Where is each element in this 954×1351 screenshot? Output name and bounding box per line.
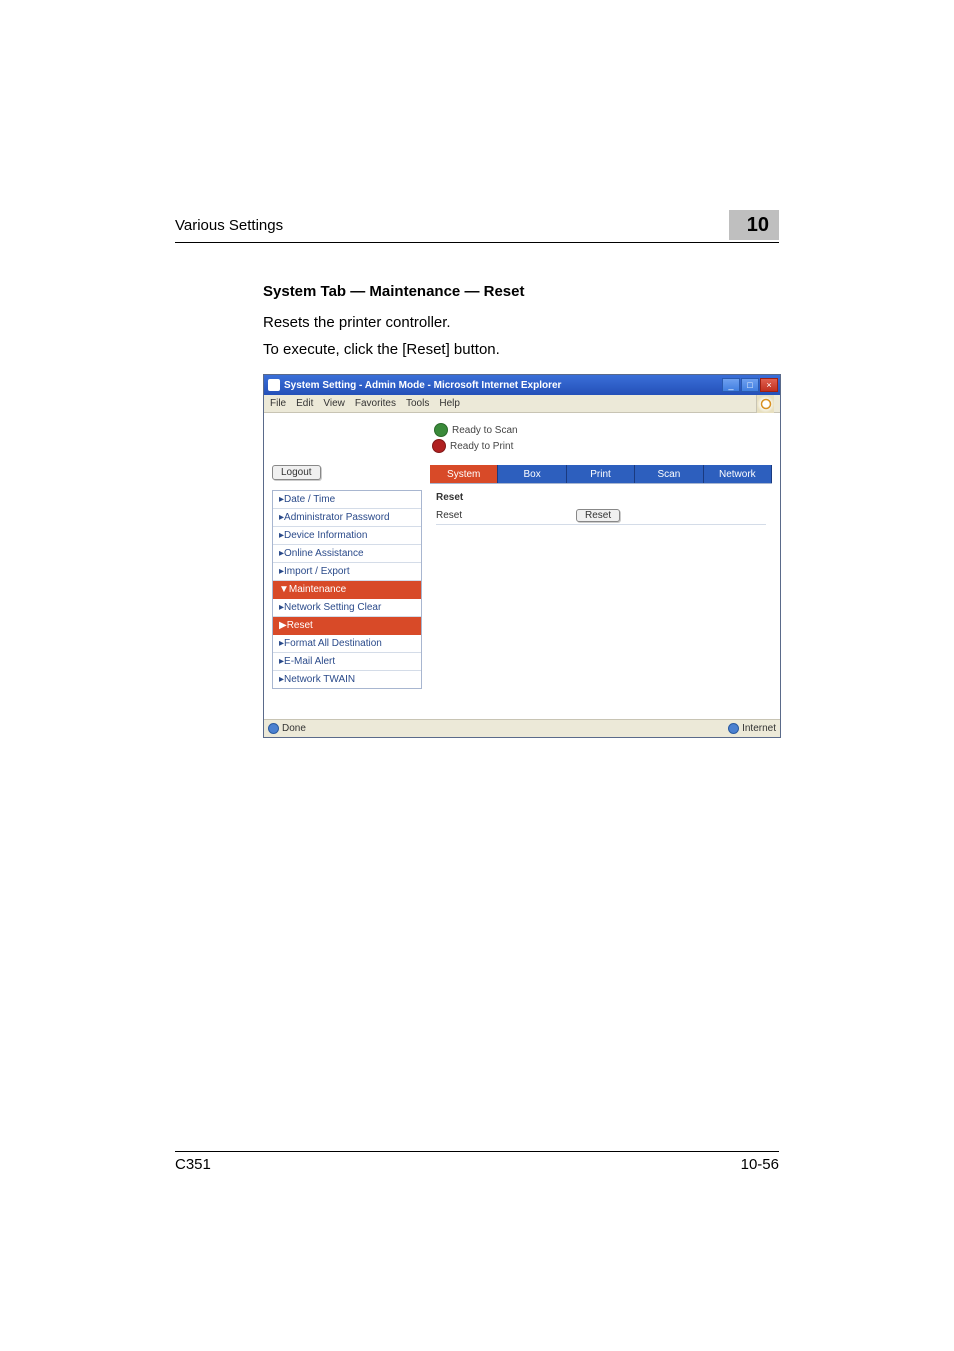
tab-network[interactable]: Network <box>704 465 772 483</box>
logout-button[interactable]: Logout <box>272 465 321 480</box>
menu-bar: File Edit View Favorites Tools Help <box>264 395 780 413</box>
tab-scan[interactable]: Scan <box>635 465 703 483</box>
tab-box[interactable]: Box <box>498 465 566 483</box>
menu-favorites[interactable]: Favorites <box>355 398 396 409</box>
sidebar-item-network-twain[interactable]: ▸Network TWAIN <box>273 671 421 688</box>
sidebar-item-online-assist[interactable]: ▸Online Assistance <box>273 545 421 563</box>
content-panel: Reset Reset Reset <box>430 483 772 533</box>
status-ready-scan: Ready to Scan <box>452 425 518 436</box>
menu-view[interactable]: View <box>323 398 345 409</box>
status-done: Done <box>282 723 306 734</box>
panel-title: Reset <box>436 492 766 503</box>
close-button[interactable]: × <box>760 378 778 392</box>
body-line-1: Resets the printer controller. <box>263 314 779 331</box>
tab-print[interactable]: Print <box>567 465 635 483</box>
sidebar-item-admin-password[interactable]: ▸Administrator Password <box>273 509 421 527</box>
status-ready-print: Ready to Print <box>450 441 513 452</box>
chapter-box: 10 <box>729 210 779 240</box>
menu-edit[interactable]: Edit <box>296 398 313 409</box>
footer-model: C351 <box>175 1156 211 1173</box>
sidebar-item-net-setting-clear[interactable]: ▸Network Setting Clear <box>273 599 421 617</box>
ie-logo-icon <box>268 379 280 391</box>
panel-row-label: Reset <box>436 510 576 521</box>
sidebar-item-email-alert[interactable]: ▸E-Mail Alert <box>273 653 421 671</box>
printer-status-area: Ready to Scan Ready to Print <box>264 413 780 461</box>
status-ready-scan-icon <box>434 423 448 437</box>
panel-row: Reset Reset <box>436 507 766 525</box>
chapter-number: 10 <box>747 214 769 237</box>
reset-button[interactable]: Reset <box>576 509 620 522</box>
menu-file[interactable]: File <box>270 398 286 409</box>
menu-tools[interactable]: Tools <box>406 398 429 409</box>
sidebar-item-import-export[interactable]: ▸Import / Export <box>273 563 421 581</box>
body-line-2: To execute, click the [Reset] button. <box>263 341 779 358</box>
internet-zone: Internet <box>742 723 776 734</box>
sidebar-item-date-time[interactable]: ▸Date / Time <box>273 491 421 509</box>
window-titlebar: System Setting - Admin Mode - Microsoft … <box>264 375 780 395</box>
side-menu: ▸Date / Time ▸Administrator Password ▸De… <box>272 490 422 689</box>
sidebar-item-reset[interactable]: ▶Reset <box>273 617 421 635</box>
menu-help[interactable]: Help <box>439 398 460 409</box>
status-ready-print-icon <box>432 439 446 453</box>
sidebar-item-maintenance[interactable]: ▼Maintenance <box>273 581 421 599</box>
tab-row: System Box Print Scan Network <box>430 465 772 483</box>
footer-page: 10-56 <box>741 1156 779 1173</box>
subheading: System Tab — Maintenance — Reset <box>263 283 779 300</box>
sidebar-item-device-info[interactable]: ▸Device Information <box>273 527 421 545</box>
embedded-screenshot: System Setting - Admin Mode - Microsoft … <box>263 374 781 738</box>
ie-throbber-icon <box>756 395 774 413</box>
sidebar-item-format-all[interactable]: ▸Format All Destination <box>273 635 421 653</box>
maximize-button[interactable]: □ <box>741 378 759 392</box>
status-bar: Done Internet <box>264 719 780 737</box>
internet-zone-icon <box>728 723 739 734</box>
section-header: Various Settings <box>175 217 283 234</box>
status-done-icon <box>268 723 279 734</box>
minimize-button[interactable]: _ <box>722 378 740 392</box>
window-title: System Setting - Admin Mode - Microsoft … <box>284 380 561 391</box>
tab-system[interactable]: System <box>430 465 498 483</box>
